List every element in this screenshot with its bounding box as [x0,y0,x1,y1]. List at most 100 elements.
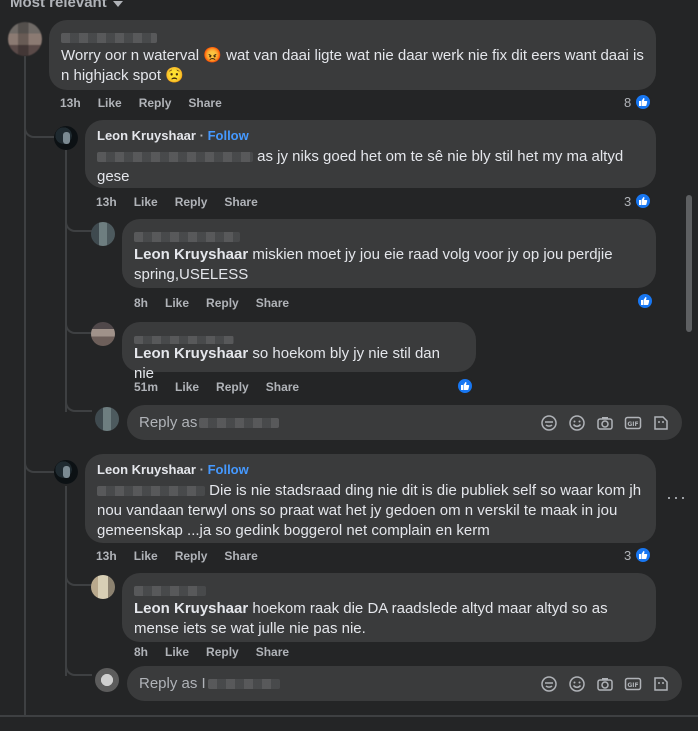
reply-button[interactable]: Reply [175,549,208,563]
thumbs-up-icon [636,292,654,310]
thread-connector [65,570,92,586]
comment-bubble: Leon Kruyshaar · Follow Die is nie stads… [85,454,656,543]
thumbs-up-icon [634,192,653,210]
svg-text:GIF: GIF [627,421,638,428]
comment-text: Worry oor n waterval 😡 wat van daai ligt… [61,47,644,84]
timestamp[interactable]: 8h [134,296,148,310]
camera-icon[interactable] [596,675,614,697]
gif-icon[interactable]: GIF [624,414,642,436]
avatar[interactable] [91,575,115,599]
comment-bubble: Leon Kruyshaar hoekom raak die DA raadsl… [122,573,656,642]
author-name-redacted[interactable] [134,581,644,597]
timestamp[interactable]: 13h [60,96,81,110]
camera-icon[interactable] [596,414,614,436]
comment-actions: 8h Like Reply Share [134,296,289,310]
thread-connector [65,216,92,232]
mention-redacted[interactable] [97,152,253,163]
avatar [95,407,119,431]
gif-icon[interactable]: GIF [624,675,642,697]
avatar[interactable] [54,460,78,484]
thread-connector [65,660,92,676]
like-button[interactable]: Like [134,549,158,563]
sticker-icon[interactable] [652,414,670,436]
thread-connector [24,120,54,138]
author-name-redacted[interactable] [134,330,464,345]
reply-input[interactable]: Reply as GIF [127,405,682,440]
timestamp[interactable]: 51m [134,380,158,394]
emoji-icon[interactable] [568,675,586,697]
avatar[interactable] [91,222,115,246]
reply-button[interactable]: Reply [206,296,239,310]
avatar-sticker-icon[interactable] [540,414,558,436]
comment-bubble: Leon Kruyshaar · Follow as jy niks goed … [85,120,656,188]
divider [0,715,698,717]
reaction-count[interactable]: 3 [624,546,653,564]
reply-button[interactable]: Reply [216,380,249,394]
comment-actions: 13h Like Reply Share [96,549,258,563]
avatar[interactable] [8,22,42,56]
reaction-number: 3 [624,193,632,209]
author-name-redacted[interactable] [61,28,644,44]
reaction-number: 3 [624,547,632,563]
reaction-count[interactable]: 8 [624,93,653,111]
like-button[interactable]: Like [98,96,122,110]
author-name[interactable]: Leon Kruyshaar [97,128,196,143]
share-button[interactable]: Share [224,549,257,563]
thumbs-up-icon [634,93,653,111]
like-button[interactable]: Like [165,645,189,659]
share-button[interactable]: Share [266,380,299,394]
timestamp[interactable]: 13h [96,195,117,209]
sort-dropdown[interactable]: Most relevant [10,0,123,11]
reply-input[interactable]: Reply as I GIF [127,666,682,701]
svg-text:GIF: GIF [627,682,638,689]
reply-placeholder: Reply as I [139,675,206,692]
thread-line [24,56,26,716]
reaction-number: 8 [624,94,632,110]
comment-actions: 51m Like Reply Share [134,380,299,394]
mention-redacted[interactable] [97,486,205,497]
chevron-down-icon [112,0,123,7]
comment-bubble: Leon Kruyshaar so hoekom bly jy nie stil… [122,322,476,382]
timestamp[interactable]: 8h [134,645,148,659]
sticker-icon[interactable] [652,675,670,697]
avatar [95,668,119,692]
like-button[interactable]: Like [134,195,158,209]
timestamp[interactable]: 13h [96,549,117,563]
user-name-redacted [207,678,280,689]
follow-button[interactable]: Follow [208,462,249,477]
like-button[interactable]: Like [165,296,189,310]
thread-connector [24,455,54,473]
reaction-count[interactable] [456,377,474,395]
scrollbar[interactable] [686,195,692,332]
reaction-count[interactable] [636,292,654,310]
share-button[interactable]: Share [256,645,289,659]
author-name[interactable]: Leon Kruyshaar [97,462,196,477]
thumbs-up-icon [456,377,474,395]
reply-button[interactable]: Reply [206,645,239,659]
author-name-redacted[interactable] [134,227,644,243]
share-button[interactable]: Share [188,96,221,110]
mention-link[interactable]: Leon Kruyshaar [134,246,248,263]
thread-connector [65,396,92,412]
reply-button[interactable]: Reply [175,195,208,209]
like-button[interactable]: Like [175,380,199,394]
comment-actions: 13h Like Reply Share [60,96,222,110]
reaction-count[interactable]: 3 [624,192,653,210]
share-button[interactable]: Share [256,296,289,310]
thread-connector [65,318,92,334]
emoji-icon[interactable] [568,414,586,436]
follow-button[interactable]: Follow [208,128,249,143]
reply-button[interactable]: Reply [139,96,172,110]
thumbs-up-icon [634,546,653,564]
comment-bubble: Worry oor n waterval 😡 wat van daai ligt… [49,20,656,90]
user-name-redacted [199,417,280,428]
share-button[interactable]: Share [224,195,257,209]
avatar[interactable] [91,322,115,346]
more-options-icon[interactable]: ··· [666,487,687,508]
mention-link[interactable]: Leon Kruyshaar [134,600,248,617]
sort-label: Most relevant [10,0,107,11]
avatar[interactable] [54,126,78,150]
mention-link[interactable]: Leon Kruyshaar [134,345,248,362]
avatar-sticker-icon[interactable] [540,675,558,697]
thread-line [65,150,67,412]
